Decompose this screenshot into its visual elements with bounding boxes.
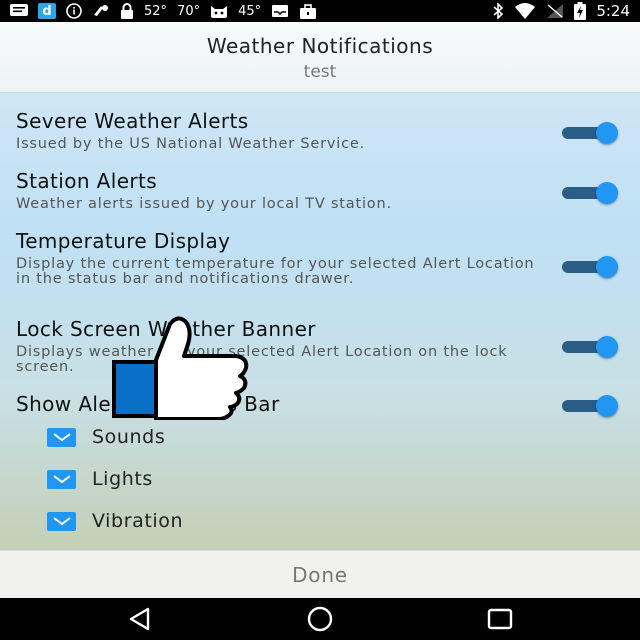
setting-label: Temperature Display (16, 229, 231, 253)
recents-icon[interactable] (486, 606, 514, 632)
page-title: Weather Notifications (206, 34, 434, 58)
station-alerts-toggle[interactable] (562, 182, 618, 204)
setting-station-alerts: Station Alerts Weather alerts issued by … (16, 169, 616, 212)
bluetooth-icon (492, 3, 504, 19)
footer: Done (0, 550, 640, 599)
checkmark-icon (52, 475, 71, 484)
checkbox-row-vibration[interactable]: Vibration (47, 510, 183, 532)
temp-reading-1: 52° (144, 3, 168, 19)
temperature-display-toggle[interactable] (562, 256, 618, 278)
setting-description: Issued by the US National Weather Servic… (16, 136, 366, 152)
navigation-bar (0, 598, 640, 640)
signal-off-icon (546, 3, 564, 19)
toggle-thumb (596, 256, 618, 278)
show-alerts-in-status-bar-toggle[interactable] (562, 395, 618, 417)
lock-icon (120, 3, 134, 19)
done-button[interactable]: Done (292, 563, 348, 587)
sounds-checkbox[interactable] (47, 427, 76, 447)
toggle-thumb (596, 395, 618, 417)
severe-weather-alerts-toggle[interactable] (562, 122, 618, 144)
setting-label: Severe Weather Alerts (16, 109, 249, 133)
setting-label: Lock Screen Weather Banner (16, 317, 316, 341)
setting-description: Display the current temperature for your… (16, 256, 535, 287)
setting-temperature-display: Temperature Display Display the current … (16, 229, 616, 287)
checkbox-label: Lights (92, 468, 153, 490)
clock: 5:24 (596, 2, 630, 20)
app-d-icon: d (38, 3, 56, 19)
temp-reading-2: 70° (177, 3, 201, 19)
toggle-thumb (596, 182, 618, 204)
checkmark-icon (52, 517, 71, 526)
weather-icon (92, 3, 110, 19)
checkbox-label: Vibration (92, 510, 184, 532)
info-icon (66, 3, 82, 19)
wifi-icon (514, 3, 536, 19)
lights-checkbox[interactable] (47, 469, 76, 489)
setting-lock-screen-weather-banner: Lock Screen Weather Banner Displays weat… (16, 317, 616, 375)
briefcase-icon (299, 3, 317, 19)
setting-show-alerts-in-status-bar: Show Alerts in Status Bar (16, 392, 616, 416)
setting-severe-weather-alerts: Severe Weather Alerts Issued by the US N… (16, 109, 616, 152)
vibration-checkbox[interactable] (47, 511, 76, 531)
checkbox-label: Sounds (92, 426, 166, 448)
thumbs-up-icon (112, 316, 249, 420)
dialog-header: Weather Notifications test (0, 22, 640, 93)
cat-icon (210, 4, 228, 18)
toggle-thumb (596, 336, 618, 358)
temp-reading-3: 45° (238, 3, 262, 19)
back-icon[interactable] (126, 606, 154, 632)
setting-label: Station Alerts (16, 169, 158, 193)
status-bar: d 52° 70° 45° 5:24 (0, 0, 640, 22)
settings-list: Severe Weather Alerts Issued by the US N… (0, 93, 640, 550)
home-icon[interactable] (306, 606, 334, 632)
toggle-thumb (596, 122, 618, 144)
checkmark-icon (52, 433, 71, 442)
page-subtitle: test (303, 62, 337, 82)
setting-description: Displays weather for your selected Alert… (16, 344, 508, 375)
message-icon (10, 4, 28, 18)
setting-label: Show Alerts in Status Bar (16, 392, 280, 416)
checkbox-row-sounds[interactable]: Sounds (47, 426, 165, 448)
lock-screen-weather-banner-toggle[interactable] (562, 336, 618, 358)
battery-charging-icon (574, 2, 587, 20)
checkbox-row-lights[interactable]: Lights (47, 468, 153, 490)
setting-description: Weather alerts issued by your local TV s… (16, 196, 392, 212)
inbox-icon (271, 4, 289, 18)
